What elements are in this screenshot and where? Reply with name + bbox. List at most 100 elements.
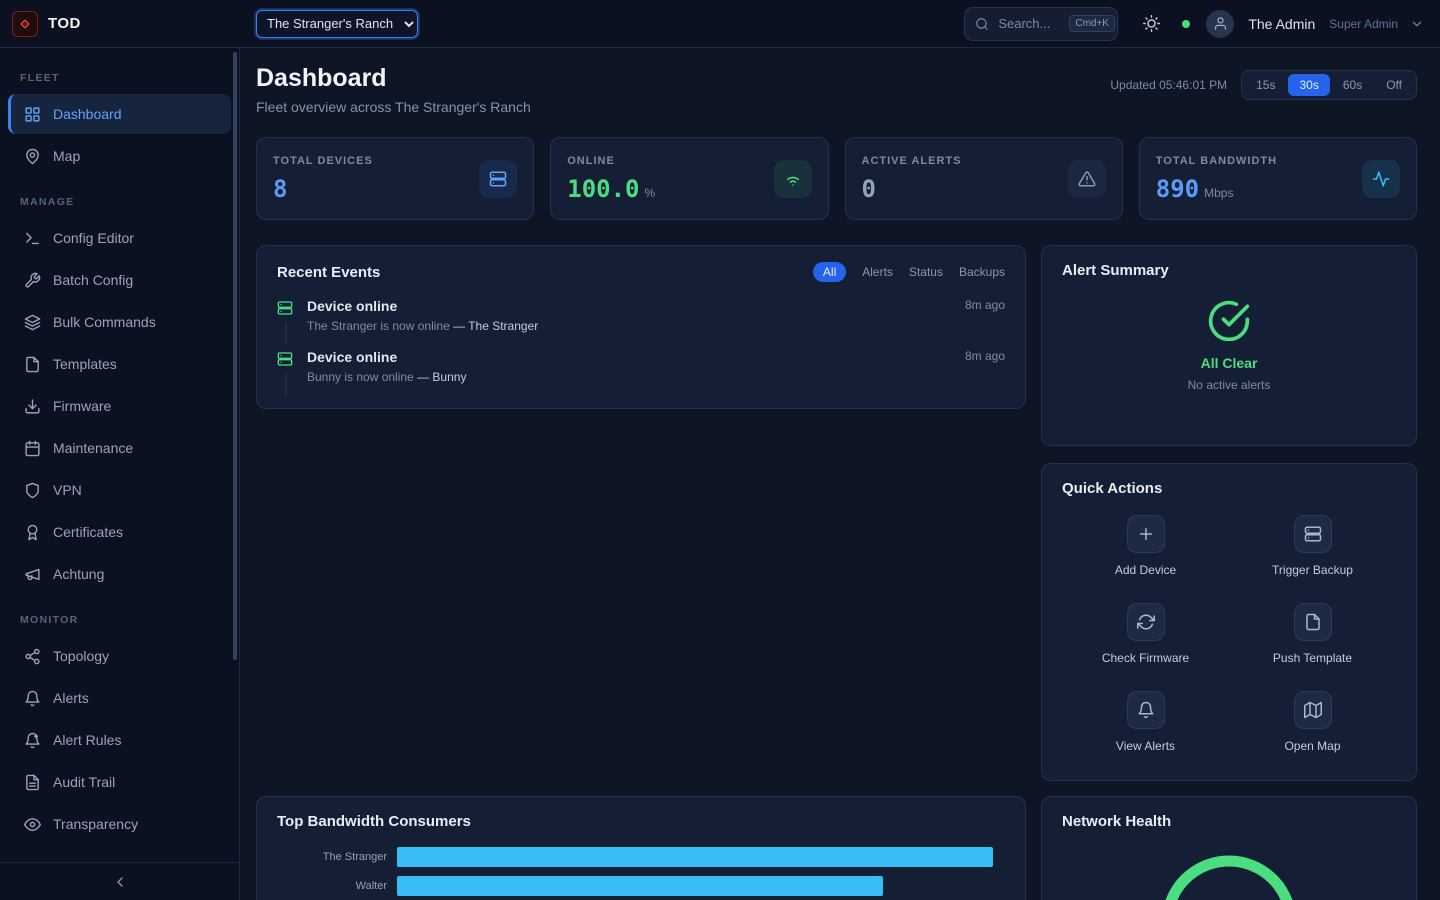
sidebar-item-transparency[interactable]: Transparency xyxy=(8,804,231,844)
sidebar-item-templates[interactable]: Templates xyxy=(8,344,231,384)
sidebar-item-label: Alert Rules xyxy=(53,732,121,748)
download-icon xyxy=(24,398,41,415)
stat-suffix: Mbps xyxy=(1204,186,1233,200)
bandwidth-row: The Stranger xyxy=(277,847,1005,867)
sidebar-item-label: VPN xyxy=(53,482,82,498)
search-box[interactable]: Cmd+K xyxy=(964,7,1118,41)
alert-status: All Clear xyxy=(1201,355,1258,371)
event-row[interactable]: Device online The Stranger is now online… xyxy=(277,298,1005,333)
quick-actions-card: Quick Actions Add Device Trigger Backup xyxy=(1041,463,1417,781)
sidebar-item-vpn[interactable]: VPN xyxy=(8,470,231,510)
stat-value: 8 xyxy=(273,175,287,203)
event-description: The Stranger is now online — The Strange… xyxy=(307,319,965,333)
trigger-backup-button[interactable]: Trigger Backup xyxy=(1229,515,1396,577)
sidebar-item-map[interactable]: Map xyxy=(8,136,231,176)
user-icon xyxy=(1213,16,1228,31)
server-icon xyxy=(479,160,517,198)
stat-card-online: ONLINE 100.0 % xyxy=(550,137,828,220)
sidebar-item-label: Audit Trail xyxy=(53,774,115,790)
connection-status-dot xyxy=(1182,20,1190,28)
shield-icon xyxy=(24,482,41,499)
wrench-icon xyxy=(24,272,41,289)
view-alerts-button[interactable]: View Alerts xyxy=(1062,691,1229,753)
sidebar-item-maintenance[interactable]: Maintenance xyxy=(8,428,231,468)
event-time: 8m ago xyxy=(965,298,1005,312)
sidebar-item-alert-rules[interactable]: Alert Rules xyxy=(8,720,231,760)
add-device-button[interactable]: Add Device xyxy=(1062,515,1229,577)
bandwidth-bar xyxy=(397,876,883,896)
sidebar-scrollbar[interactable] xyxy=(233,52,237,660)
brand: TOD xyxy=(0,11,240,37)
sidebar-item-batch-config[interactable]: Batch Config xyxy=(8,260,231,300)
refresh-60s-button[interactable]: 60s xyxy=(1332,74,1373,96)
eye-icon xyxy=(24,816,41,833)
fleet-select[interactable]: The Stranger's Ranch xyxy=(256,10,418,38)
layers-icon xyxy=(24,314,41,331)
calendar-icon xyxy=(24,440,41,457)
sidebar-item-firmware[interactable]: Firmware xyxy=(8,386,231,426)
refresh-30s-button[interactable]: 30s xyxy=(1288,74,1329,96)
alert-summary-card: Alert Summary All Clear No active alerts xyxy=(1041,245,1417,446)
sidebar-item-achtung[interactable]: Achtung xyxy=(8,554,231,594)
wifi-icon xyxy=(774,160,812,198)
stat-label: TOTAL BANDWIDTH xyxy=(1156,155,1277,167)
sidebar-item-label: Batch Config xyxy=(53,272,133,288)
sidebar-collapse-button[interactable] xyxy=(0,862,239,900)
bandwidth-chart-card: Top Bandwidth Consumers The Stranger Wal… xyxy=(256,796,1026,900)
quick-action-label: Open Map xyxy=(1284,739,1340,753)
network-health-card: Network Health xyxy=(1041,796,1417,900)
filter-backups[interactable]: Backups xyxy=(959,262,1005,282)
chevron-left-icon xyxy=(112,874,128,890)
avatar[interactable] xyxy=(1206,10,1234,38)
plus-icon xyxy=(1127,515,1165,553)
bandwidth-chart: The Stranger Walter xyxy=(277,847,1005,896)
stat-value: 890 xyxy=(1156,175,1199,203)
main-content: Dashboard Fleet overview across The Stra… xyxy=(240,48,1440,900)
open-map-button[interactable]: Open Map xyxy=(1229,691,1396,753)
sidebar-item-label: Config Editor xyxy=(53,230,134,246)
server-icon xyxy=(277,300,293,316)
topbar-main: The Stranger's Ranch Cmd+K The Admin Sup… xyxy=(240,7,1440,41)
user-name: The Admin xyxy=(1248,16,1315,32)
event-device: — Bunny xyxy=(417,370,466,384)
sidebar-item-alerts[interactable]: Alerts xyxy=(8,678,231,718)
page-header: Dashboard Fleet overview across The Stra… xyxy=(256,64,1417,115)
event-description-text: The Stranger is now online xyxy=(307,319,450,333)
theme-toggle-button[interactable] xyxy=(1136,9,1166,39)
sidebar-item-dashboard[interactable]: Dashboard xyxy=(8,94,231,134)
stat-card-total-bandwidth: TOTAL BANDWIDTH 890 Mbps xyxy=(1139,137,1417,220)
alert-triangle-icon xyxy=(1068,160,1106,198)
sidebar: FLEET Dashboard Map MANAGE Config Editor… xyxy=(0,48,240,900)
bandwidth-bar xyxy=(397,847,993,867)
sidebar-item-label: Transparency xyxy=(53,816,138,832)
chevron-down-icon[interactable] xyxy=(1410,17,1424,31)
card-title: Network Health xyxy=(1062,813,1396,830)
file-icon xyxy=(24,356,41,373)
refresh-15s-button[interactable]: 15s xyxy=(1245,74,1286,96)
alert-detail: No active alerts xyxy=(1188,378,1271,392)
push-template-button[interactable]: Push Template xyxy=(1229,603,1396,665)
search-input[interactable] xyxy=(996,15,1062,32)
sidebar-item-bulk-commands[interactable]: Bulk Commands xyxy=(8,302,231,342)
sidebar-item-certificates[interactable]: Certificates xyxy=(8,512,231,552)
filter-alerts[interactable]: Alerts xyxy=(862,262,893,282)
sidebar-item-audit-trail[interactable]: Audit Trail xyxy=(8,762,231,802)
search-shortcut: Cmd+K xyxy=(1069,15,1115,32)
stat-label: ACTIVE ALERTS xyxy=(862,155,962,167)
stat-card-total-devices: TOTAL DEVICES 8 xyxy=(256,137,534,220)
sidebar-item-topology[interactable]: Topology xyxy=(8,636,231,676)
filter-all[interactable]: All xyxy=(813,262,846,282)
award-icon xyxy=(24,524,41,541)
stat-card-active-alerts: ACTIVE ALERTS 0 xyxy=(845,137,1123,220)
event-row[interactable]: Device online Bunny is now online — Bunn… xyxy=(277,349,1005,384)
bell-icon xyxy=(1127,691,1165,729)
refresh-interval-control: 15s 30s 60s Off xyxy=(1241,70,1417,100)
terminal-icon xyxy=(24,230,41,247)
check-firmware-button[interactable]: Check Firmware xyxy=(1062,603,1229,665)
sidebar-item-config-editor[interactable]: Config Editor xyxy=(8,218,231,258)
refresh-off-button[interactable]: Off xyxy=(1375,74,1413,96)
bell-plus-icon xyxy=(24,732,41,749)
page-title: Dashboard xyxy=(256,64,531,93)
card-title: Alert Summary xyxy=(1062,262,1396,279)
filter-status[interactable]: Status xyxy=(909,262,943,282)
